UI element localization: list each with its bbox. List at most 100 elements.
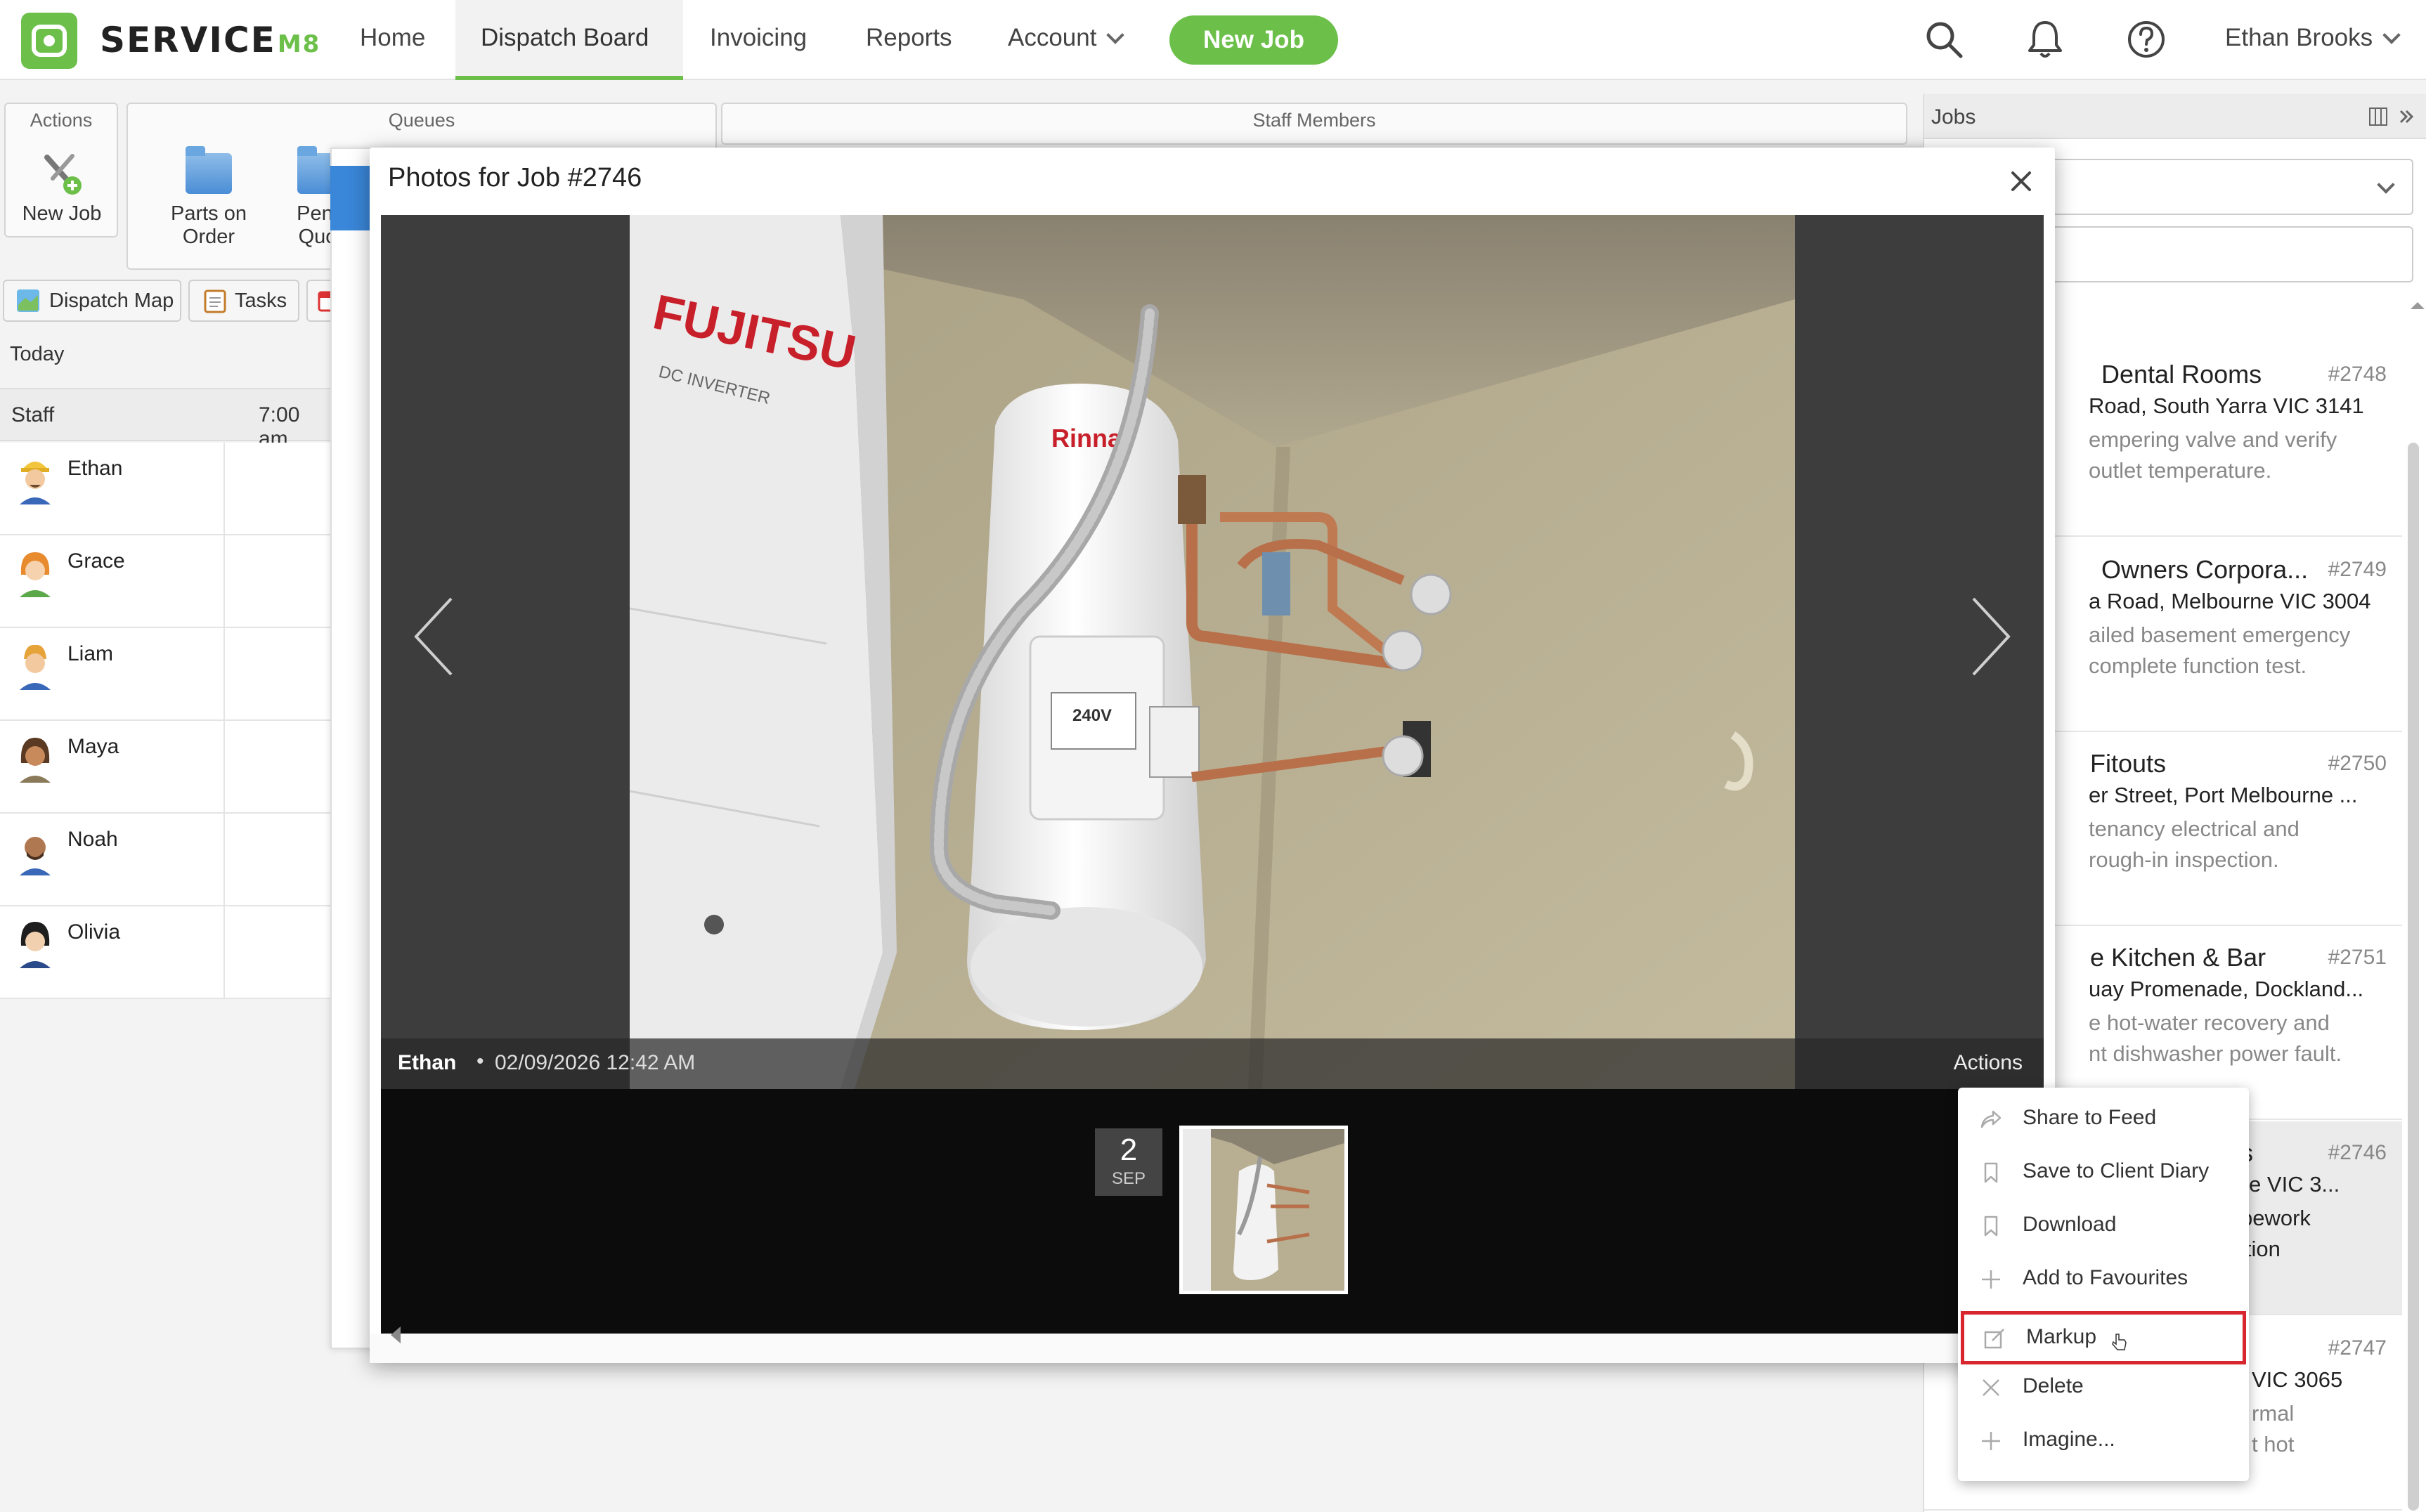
- nav-home[interactable]: Home: [360, 24, 425, 52]
- menu-item-download[interactable]: Download: [1958, 1199, 2249, 1252]
- jobs-panel-header: Jobs: [1924, 94, 2426, 139]
- staff-row-noah[interactable]: Noah: [0, 814, 330, 906]
- job-photo[interactable]: FUJITSU DC INVERTER Rinnai 240V: [630, 215, 1795, 1089]
- staff-row-grace[interactable]: Grace: [0, 535, 330, 628]
- queue-parts-on-order[interactable]: Parts on Order: [142, 146, 275, 249]
- job-title: Dental Rooms: [2101, 360, 2262, 389]
- jobs-panel-title: Jobs: [1931, 105, 1976, 129]
- tools-icon: [44, 154, 82, 195]
- staff-row-liam[interactable]: Liam: [0, 628, 330, 721]
- nav-active-indicator: [455, 76, 683, 80]
- avatar: [20, 922, 51, 968]
- photo-caption-bar: Ethan • 02/09/2026 12:42 AM Actions: [381, 1038, 2044, 1089]
- modal-footer-scroll: [370, 1334, 2055, 1363]
- close-icon: [1983, 1379, 1999, 1396]
- avatar: [20, 738, 51, 783]
- date-badge-month: SEP: [1111, 1169, 1146, 1188]
- tab-tasks-label: Tasks: [235, 289, 287, 312]
- menu-item-save-to-client-diary[interactable]: Save to Client Diary: [1958, 1145, 2249, 1199]
- close-icon[interactable]: [2007, 167, 2035, 195]
- job-description: e hot-water recovery and nt dishwasher po…: [2089, 1008, 2392, 1069]
- nav-account[interactable]: Account: [1008, 24, 1125, 52]
- clipboard-icon: [204, 289, 226, 313]
- job-description-line-2: complete function test.: [2089, 653, 2307, 678]
- staff-name: Maya: [67, 735, 119, 758]
- row-divider: [223, 814, 225, 906]
- columns-icon[interactable]: [2368, 107, 2388, 126]
- tank-label-text: 240V: [1072, 706, 1112, 725]
- photo-thumbnail[interactable]: [1179, 1126, 1348, 1294]
- menu-item-delete[interactable]: Delete: [1958, 1360, 2249, 1414]
- double-chevron-right-icon[interactable]: [2396, 107, 2416, 126]
- staff-row-maya[interactable]: Maya: [0, 721, 330, 814]
- date-badge: 2 SEP: [1095, 1128, 1162, 1196]
- photos-modal: Photos for Job #2746 FUJITSU DC INVERTER…: [370, 148, 2055, 1363]
- search-icon[interactable]: [1923, 18, 1965, 60]
- water-heater-photo: FUJITSU DC INVERTER Rinnai 240V: [630, 215, 1795, 1089]
- map-icon: [17, 289, 39, 312]
- row-divider: [223, 628, 225, 721]
- photo-actions-button[interactable]: Actions: [1954, 1051, 2023, 1075]
- next-photo-icon[interactable]: [1966, 594, 2016, 679]
- tab-dispatch-map[interactable]: Dispatch Map: [3, 280, 181, 322]
- job-title: Fitouts: [2090, 749, 2167, 778]
- menu-item-share-to-feed[interactable]: Share to Feed: [1958, 1092, 2249, 1145]
- scroll-left-icon[interactable]: [391, 1327, 401, 1343]
- user-menu[interactable]: Ethan Brooks: [2225, 24, 2401, 52]
- job-description-line-1: empering valve and verify: [2089, 427, 2337, 452]
- nav-reports[interactable]: Reports: [866, 24, 952, 52]
- share-icon: [1980, 1110, 2002, 1128]
- job-number: #2750: [2328, 752, 2387, 775]
- staff-name: Noah: [67, 828, 118, 851]
- job-description: empering valve and verify outlet temperat…: [2089, 424, 2392, 486]
- job-description: rmal t hot: [2252, 1398, 2426, 1460]
- bell-icon[interactable]: [2024, 18, 2066, 60]
- today-label[interactable]: Today: [10, 343, 64, 366]
- thumbnail-image: [1183, 1129, 1344, 1291]
- row-divider: [223, 906, 225, 999]
- photo-author: Ethan: [398, 1051, 457, 1074]
- help-icon[interactable]: [2125, 18, 2167, 60]
- job-description-line-2: rough-in inspection.: [2089, 847, 2279, 872]
- job-description: tenancy electrical and rough-in inspectio…: [2089, 814, 2392, 875]
- previous-photo-icon[interactable]: [409, 594, 458, 679]
- menu-item-markup[interactable]: Markup: [1961, 1311, 2246, 1364]
- servicem8-logo-icon[interactable]: [21, 13, 77, 69]
- menu-item-imagine[interactable]: Imagine...: [1958, 1414, 2249, 1467]
- chevron-down-icon: [2382, 26, 2401, 44]
- job-description-line-2: outlet temperature.: [2089, 458, 2272, 483]
- brand-name: SERVICEM8: [100, 20, 321, 60]
- ribbon-new-job-button[interactable]: New Job: [13, 150, 111, 226]
- nav-dispatch-board[interactable]: Dispatch Board: [481, 24, 649, 52]
- staff-row-ethan[interactable]: Ethan: [0, 443, 330, 535]
- nav-invoicing[interactable]: Invoicing: [710, 24, 807, 52]
- menu-item-add-to-favourites[interactable]: Add to Favourites: [1958, 1252, 2249, 1305]
- photo-filmstrip: 2 SEP: [381, 1089, 2044, 1334]
- job-title: Owners Corpora...: [2101, 555, 2309, 584]
- menu-item-label: Imagine...: [2023, 1428, 2115, 1451]
- bookmark-icon: [1984, 1162, 1998, 1183]
- ribbon-new-job-label: New Job: [22, 202, 102, 225]
- ribbon-queues-title: Queues: [388, 110, 455, 131]
- queue-parts-label-1: Parts on: [171, 202, 247, 225]
- tab-tasks[interactable]: Tasks: [188, 280, 299, 322]
- menu-item-label: Delete: [2023, 1374, 2084, 1397]
- chevron-down-icon: [1106, 26, 1125, 44]
- staff-name: Grace: [67, 549, 125, 573]
- job-number: #2747: [2328, 1336, 2387, 1360]
- jobs-scrollbar[interactable]: [2408, 443, 2419, 1511]
- chevron-down-icon: [2377, 176, 2395, 194]
- job-description-line-2: nt dishwasher power fault.: [2089, 1041, 2342, 1066]
- menu-item-label: Download: [2023, 1213, 2117, 1236]
- staff-row-olivia[interactable]: Olivia: [0, 906, 330, 999]
- job-address: VIC 3065: [2252, 1367, 2343, 1392]
- job-number: #2746: [2328, 1141, 2387, 1164]
- scroll-up-icon[interactable]: [2409, 301, 2426, 311]
- row-divider: [223, 443, 225, 535]
- job-address: er Street, Port Melbourne ...: [2089, 783, 2358, 807]
- bookmark-icon: [1984, 1216, 1998, 1237]
- new-job-button[interactable]: New Job: [1169, 15, 1338, 65]
- menu-item-label: Share to Feed: [2023, 1106, 2157, 1129]
- folder-icon: [186, 146, 232, 194]
- staff-name: Ethan: [67, 457, 123, 480]
